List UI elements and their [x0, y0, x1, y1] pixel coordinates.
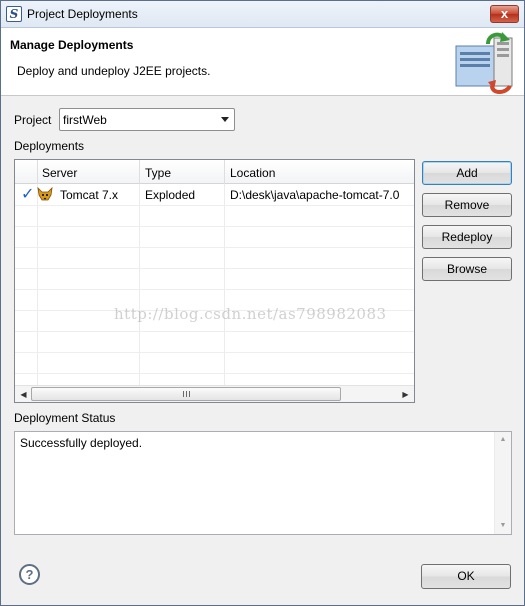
- wizard-banner: Manage Deployments Deploy and undeploy J…: [1, 28, 524, 96]
- project-label: Project: [14, 113, 52, 127]
- scroll-down-icon[interactable]: ▼: [495, 519, 511, 533]
- ok-button[interactable]: OK: [421, 564, 511, 589]
- grid-line: [15, 226, 414, 227]
- grid-line: [139, 184, 140, 386]
- grid-line: [15, 247, 414, 248]
- browse-button[interactable]: Browse: [422, 257, 512, 281]
- project-combo[interactable]: firstWeb: [59, 108, 235, 131]
- column-divider[interactable]: [37, 160, 38, 184]
- deployment-status-label: Deployment Status: [14, 411, 116, 425]
- grid-line: [224, 184, 225, 386]
- scrollbar-thumb[interactable]: [31, 387, 341, 401]
- title-bar: S Project Deployments x: [1, 1, 524, 28]
- grid-line: [15, 268, 414, 269]
- checkmark-icon: ✓: [21, 186, 35, 203]
- tomcat-icon: [37, 187, 53, 201]
- window-title: Project Deployments: [27, 7, 138, 21]
- vertical-scrollbar[interactable]: ▲ ▼: [494, 432, 511, 534]
- close-button[interactable]: x: [490, 5, 519, 23]
- deployments-table[interactable]: Server Type Location ✓ Tomcat 7.x Explod…: [14, 159, 415, 403]
- deployment-status-text: Successfully deployed.: [20, 436, 143, 450]
- cell-server: Tomcat 7.x: [60, 188, 119, 202]
- banner-title: Manage Deployments: [10, 38, 134, 52]
- grid-line: [37, 184, 38, 386]
- redeploy-button[interactable]: Redeploy: [422, 225, 512, 249]
- project-deployments-dialog: S Project Deployments x Manage Deploymen…: [0, 0, 525, 606]
- grip-icon: [183, 391, 190, 397]
- horizontal-scrollbar[interactable]: ◀ ▶: [15, 385, 414, 402]
- column-header-location[interactable]: Location: [230, 166, 275, 180]
- grid-line: [15, 205, 414, 206]
- column-header-server[interactable]: Server: [42, 166, 77, 180]
- column-divider[interactable]: [224, 160, 225, 184]
- remove-button[interactable]: Remove: [422, 193, 512, 217]
- column-divider[interactable]: [139, 160, 140, 184]
- grid-line: [15, 331, 414, 332]
- scroll-left-icon[interactable]: ◀: [16, 387, 31, 402]
- cell-location: D:\desk\java\apache-tomcat-7.0: [230, 188, 400, 202]
- scroll-up-icon[interactable]: ▲: [495, 433, 511, 447]
- deploy-server-icon: [455, 32, 513, 94]
- scroll-right-icon[interactable]: ▶: [398, 387, 413, 402]
- banner-description: Deploy and undeploy J2EE projects.: [17, 64, 211, 78]
- eclipse-icon: S: [6, 6, 22, 22]
- column-header-type[interactable]: Type: [145, 166, 171, 180]
- cell-type: Exploded: [145, 188, 196, 202]
- deployments-label: Deployments: [14, 139, 85, 153]
- grid-line: [15, 310, 414, 311]
- grid-line: [15, 352, 414, 353]
- grid-line: [15, 289, 414, 290]
- table-row[interactable]: ✓ Tomcat 7.x Exploded D:\desk\java\apach…: [15, 184, 414, 205]
- chevron-down-icon: [221, 117, 229, 122]
- add-button[interactable]: Add: [422, 161, 512, 185]
- grid-line: [15, 373, 414, 374]
- project-combo-value: firstWeb: [63, 113, 107, 127]
- help-icon[interactable]: ?: [19, 564, 40, 585]
- deployment-status-text-area[interactable]: Successfully deployed. ▲ ▼: [14, 431, 512, 535]
- table-header: Server Type Location: [15, 160, 414, 184]
